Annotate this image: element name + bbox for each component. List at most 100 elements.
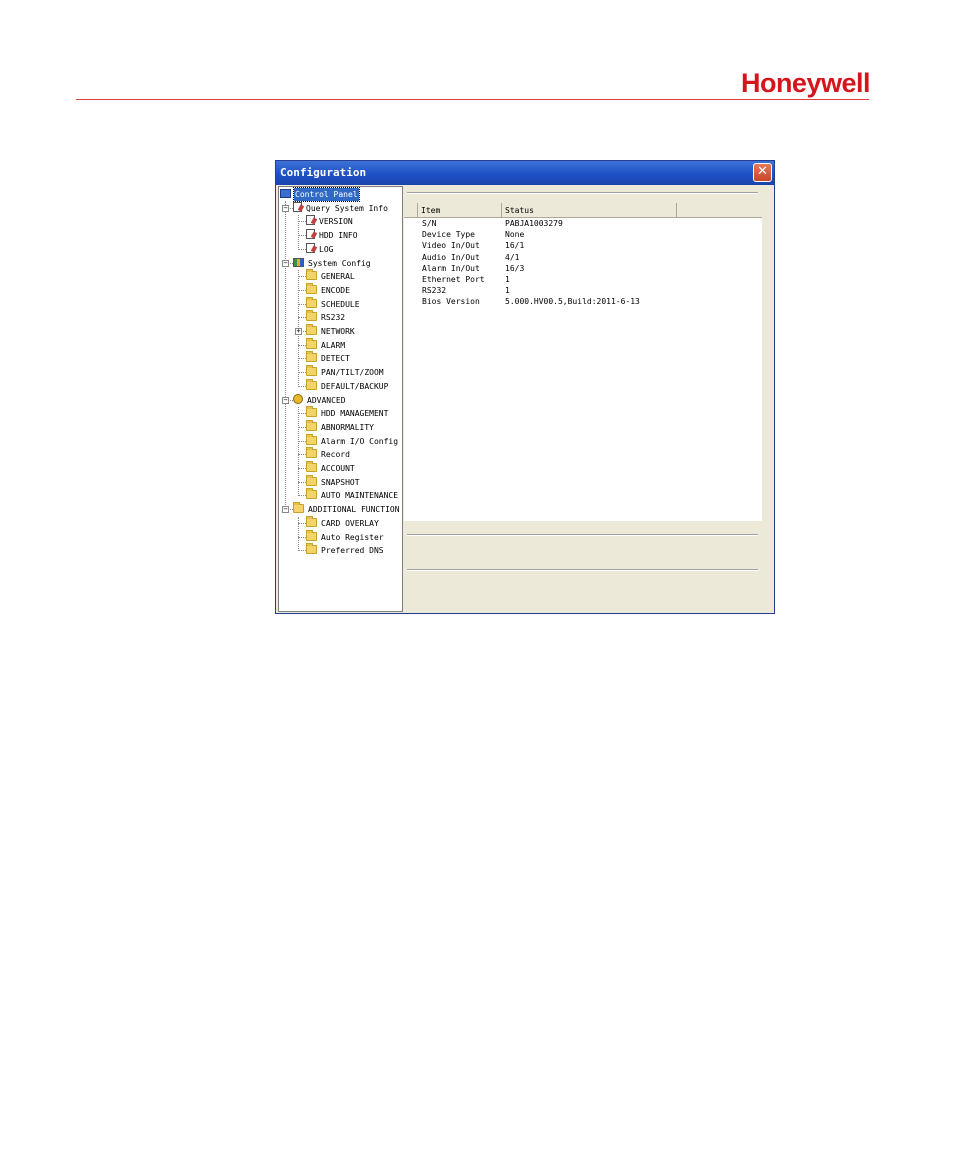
- tree-connector: [298, 358, 306, 360]
- main-panel: Item Status S/N PABJA1003279 Device Type No…: [404, 186, 772, 612]
- system-config-expander-icon[interactable]: −: [282, 259, 289, 267]
- folder-icon: [306, 529, 317, 541]
- tree-connector: [298, 536, 306, 538]
- tree-item-label: LOG: [319, 244, 334, 254]
- tree-item-label: ENCODE: [321, 285, 350, 295]
- honeywell-logo: Honeywell: [740, 68, 871, 98]
- tree-connector: [298, 550, 306, 552]
- tree-connector: [298, 221, 306, 223]
- row-item: Alarm In/Out: [422, 263, 480, 273]
- table-row[interactable]: Device Type None: [404, 229, 762, 240]
- tree-connector: [298, 413, 306, 415]
- tree-item-label: Query System Info: [306, 203, 388, 213]
- doc-edit-icon: [306, 229, 315, 240]
- table-row[interactable]: Bios Version 5.000.HV00.5,Build:2011-6-13: [404, 296, 762, 307]
- tree-connector: [298, 235, 306, 237]
- folder-icon: [306, 406, 317, 418]
- row-status: 16/1: [505, 241, 525, 251]
- additional-function-expander-icon[interactable]: −: [282, 506, 289, 514]
- header-rule: [76, 99, 869, 100]
- tree-connector: [285, 200, 286, 510]
- tree-item-pan-tilt-zoom[interactable]: PAN/TILT/ZOOM: [306, 365, 385, 379]
- tree-item-preferred-dns[interactable]: Preferred DNS: [306, 543, 385, 557]
- advanced-expander-icon[interactable]: −: [282, 396, 289, 404]
- tree-connector: [298, 276, 306, 278]
- folder-icon: [306, 474, 317, 486]
- folder-icon: [306, 433, 317, 445]
- tree-item-record[interactable]: Record: [306, 447, 351, 461]
- tree-connector: [298, 468, 306, 469]
- status-list[interactable]: Item Status S/N PABJA1003279 Device Type No…: [404, 203, 762, 521]
- tree-item-label: ACCOUNT: [321, 464, 355, 473]
- tree-item-label: HDD INFO: [319, 231, 358, 241]
- tree-item-label: Record: [321, 450, 350, 460]
- tree-connector: [298, 385, 306, 387]
- row-status: 1: [505, 275, 510, 284]
- tree-item-label: SCHEDULE: [321, 299, 360, 309]
- tree-item-alarm[interactable]: ALARM: [306, 337, 346, 352]
- close-button[interactable]: ✕: [753, 163, 772, 182]
- tree-item-default-backup[interactable]: DEFAULT/BACKUP: [306, 378, 389, 393]
- tree-item-schedule[interactable]: SCHEDULE: [306, 296, 361, 311]
- tree-item-card-overlay[interactable]: CARD OVERLAY: [306, 515, 380, 530]
- middle-separator: [407, 534, 758, 536]
- folder-icon: [293, 502, 304, 514]
- folder-icon: [306, 269, 317, 281]
- tree-item-hdd-management[interactable]: HDD MANAGEMENT: [306, 406, 389, 420]
- folder-icon: [306, 282, 317, 294]
- tree-item-label: ADVANCED: [307, 395, 346, 405]
- folder-icon: [306, 543, 317, 555]
- tree-item-general[interactable]: GENERAL: [306, 269, 356, 283]
- table-row[interactable]: Video In/Out 16/1: [404, 240, 762, 251]
- config-tree[interactable]: Control Panel − Query System Info VERSION HD…: [278, 186, 403, 612]
- tree-item-label: ABNORMALITY: [321, 422, 374, 432]
- table-row[interactable]: Ethernet Port 1: [404, 274, 762, 285]
- tree-item-label: AUTO MAINTENANCE: [321, 491, 399, 501]
- tree-item-query-system-info[interactable]: Query System Info: [293, 201, 389, 215]
- tree-item-version[interactable]: VERSION: [306, 215, 354, 228]
- row-item: Bios Version: [422, 297, 480, 307]
- row-status: 5.000.HV00.5,Build:2011-6-13: [505, 297, 640, 307]
- top-separator: [407, 192, 758, 194]
- tree-item-advanced[interactable]: ADVANCED: [293, 393, 347, 407]
- config-icon: [293, 257, 304, 267]
- tree-item-snapshot[interactable]: SNAPSHOT: [306, 474, 361, 489]
- folder-icon: [306, 461, 317, 472]
- query-system-info-expander-icon[interactable]: −: [282, 204, 289, 212]
- tree-item-account[interactable]: ACCOUNT: [306, 461, 356, 475]
- column-header-status[interactable]: Status: [502, 203, 677, 217]
- row-item: Video In/Out: [422, 241, 480, 251]
- table-row[interactable]: S/N PABJA1003279: [404, 218, 762, 229]
- tree-item-label: Auto Register: [321, 532, 384, 542]
- title-bar[interactable]: Configuration ✕: [276, 161, 774, 185]
- tree-item-rs232[interactable]: RS232: [306, 310, 346, 324]
- row-item: RS232: [422, 286, 447, 296]
- column-header-item[interactable]: Item: [418, 203, 502, 217]
- tree-item-hdd-info[interactable]: HDD INFO: [306, 229, 359, 242]
- tree-item-auto-register[interactable]: Auto Register: [306, 529, 385, 544]
- table-row[interactable]: RS232 1: [404, 285, 762, 296]
- doc-edit-icon: [306, 242, 315, 253]
- network-expander-icon[interactable]: +: [295, 328, 302, 335]
- tree-item-alarm-io-config[interactable]: Alarm I/O Config: [306, 433, 399, 448]
- doc-edit-icon: [306, 215, 315, 226]
- table-row[interactable]: Alarm In/Out 16/3: [404, 263, 762, 274]
- folder-icon: [306, 378, 317, 390]
- tree-item-label: DETECT: [321, 354, 350, 364]
- tree-item-label: CARD OVERLAY: [321, 518, 379, 528]
- table-row[interactable]: Audio In/Out 4/1: [404, 252, 762, 263]
- tree-item-auto-maintenance[interactable]: AUTO MAINTENANCE: [306, 488, 399, 502]
- tree-item-abnormality[interactable]: ABNORMALITY: [306, 419, 375, 434]
- row-item: Device Type: [422, 230, 475, 240]
- window-title: Configuration: [280, 166, 367, 179]
- tree-item-network[interactable]: NETWORK: [306, 324, 356, 338]
- tree-item-detect[interactable]: DETECT: [306, 351, 351, 365]
- tree-item-additional-function[interactable]: ADDITIONAL FUNCTION: [293, 502, 401, 516]
- tree-connector: [298, 495, 306, 497]
- tree-item-log[interactable]: LOG: [306, 242, 334, 256]
- tree-item-system-config[interactable]: System Config: [293, 257, 372, 270]
- tree-item-control-panel[interactable]: Control Panel: [280, 187, 360, 202]
- tree-item-label: ALARM: [321, 340, 346, 350]
- gear-icon: [293, 393, 303, 404]
- tree-item-encode[interactable]: ENCODE: [306, 282, 351, 297]
